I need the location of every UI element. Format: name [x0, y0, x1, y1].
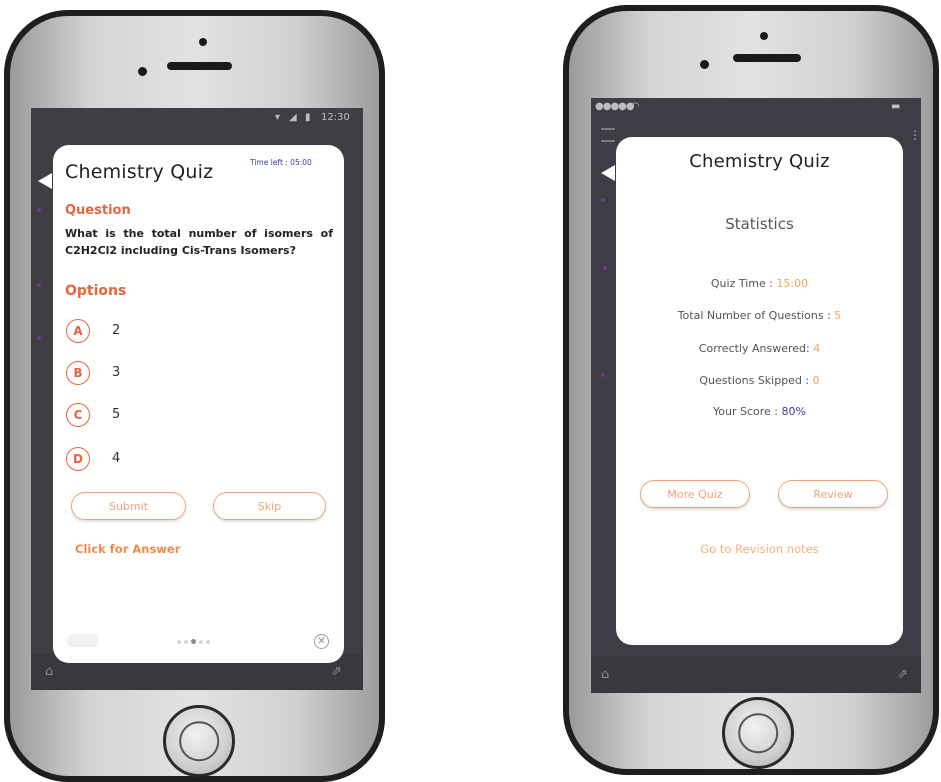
option-letter-badge: A: [66, 319, 90, 343]
battery-icon: ▬: [891, 101, 901, 112]
card-pointer: [38, 173, 52, 189]
status-bar: ●●●●● ◠ ▬: [591, 98, 921, 120]
option-letter-badge: B: [66, 361, 90, 385]
stat-value: 80%: [781, 405, 806, 418]
click-for-answer-link[interactable]: Click for Answer: [75, 542, 180, 556]
card-footer-pill: [67, 634, 99, 647]
earpiece-speaker: [733, 54, 801, 62]
option-letter-badge: D: [66, 447, 90, 471]
page-dot: [177, 639, 181, 644]
status-time: 12:30: [321, 112, 350, 123]
option-letter-badge: C: [66, 403, 90, 427]
option-value: 2: [112, 323, 121, 338]
background-dot: [601, 373, 605, 377]
stat-correctly-answered: Correctly Answered: 4: [616, 342, 903, 355]
option-a[interactable]: A 2: [66, 319, 266, 347]
status-bar: ▾ ◢ ▮ 12:30: [31, 108, 363, 130]
stat-label: Quiz Time :: [710, 277, 777, 290]
wifi-icon: ▾: [275, 112, 281, 123]
share-icon[interactable]: ⇗: [897, 667, 908, 682]
option-value: 4: [112, 451, 121, 466]
stat-value: 15:00: [776, 277, 809, 290]
battery-icon: ▮: [305, 112, 311, 123]
front-camera: [138, 67, 147, 76]
more-options-icon[interactable]: ⋮: [909, 128, 921, 142]
page-dot: [199, 639, 203, 644]
statistics-heading: Statistics: [725, 215, 794, 233]
proximity-sensor: [199, 38, 207, 46]
stat-label: Your Score :: [713, 405, 782, 418]
stat-label: Total Number of Questions :: [677, 309, 835, 322]
submit-button[interactable]: Submit: [71, 492, 186, 520]
page-dot-active: [191, 639, 196, 644]
option-c[interactable]: C 5: [66, 403, 266, 431]
stat-label: Questions Skipped :: [699, 374, 813, 387]
option-value: 5: [112, 407, 121, 422]
signal-dots-icon: ●●●●●: [595, 101, 635, 112]
home-button[interactable]: [163, 705, 235, 777]
share-icon[interactable]: ⇗: [331, 664, 342, 679]
stat-value: 0: [812, 374, 820, 387]
card-title: Chemistry Quiz: [65, 161, 214, 183]
more-quiz-button[interactable]: More Quiz: [640, 480, 750, 508]
page-dot: [184, 639, 188, 644]
signal-icon: ◢: [289, 112, 297, 123]
stat-value: 5: [834, 309, 842, 322]
revision-notes-link[interactable]: Go to Revision notes: [616, 542, 903, 556]
skip-button[interactable]: Skip: [213, 492, 326, 520]
home-icon[interactable]: ⌂: [601, 667, 609, 682]
time-left: Time left : 05:00: [250, 158, 312, 167]
quiz-statistics-card: Chemistry Quiz Statistics Quiz Time : 15…: [616, 137, 903, 645]
stat-value: 4: [813, 342, 821, 355]
card-title: Chemistry Quiz: [689, 151, 830, 172]
earpiece-speaker: [167, 62, 232, 70]
front-camera: [700, 60, 709, 69]
page-dot: [206, 639, 210, 644]
home-icon[interactable]: ⌂: [45, 664, 53, 679]
background-dot: [603, 266, 607, 270]
question-text: What is the total number of isomers of C…: [65, 227, 333, 257]
card-pointer: [601, 165, 615, 181]
question-label: Question: [65, 203, 131, 218]
stat-label: Correctly Answered:: [698, 342, 814, 355]
stat-quiz-time: Quiz Time : 15:00: [616, 277, 903, 290]
options-label: Options: [65, 283, 127, 299]
background-dot: [601, 198, 605, 202]
proximity-sensor: [760, 32, 768, 40]
wifi-icon: ◠: [631, 101, 640, 112]
option-value: 3: [112, 365, 121, 380]
option-d[interactable]: D 4: [66, 447, 266, 475]
background-dot: [37, 336, 41, 340]
review-button[interactable]: Review: [778, 480, 888, 508]
bottom-nav-bar: ⌂ ⇗: [591, 657, 921, 693]
option-b[interactable]: B 3: [66, 361, 266, 389]
stat-total-questions: Total Number of Questions : 5: [616, 309, 903, 322]
background-dot: [37, 283, 41, 287]
stat-questions-skipped: Questions Skipped : 0: [616, 374, 903, 387]
page-indicator: [177, 639, 210, 644]
background-dot: [37, 208, 41, 212]
menu-icon[interactable]: [601, 128, 615, 142]
home-button[interactable]: [722, 697, 794, 769]
stat-your-score: Your Score : 80%: [616, 405, 903, 418]
close-circle-icon[interactable]: ✕: [314, 634, 329, 649]
